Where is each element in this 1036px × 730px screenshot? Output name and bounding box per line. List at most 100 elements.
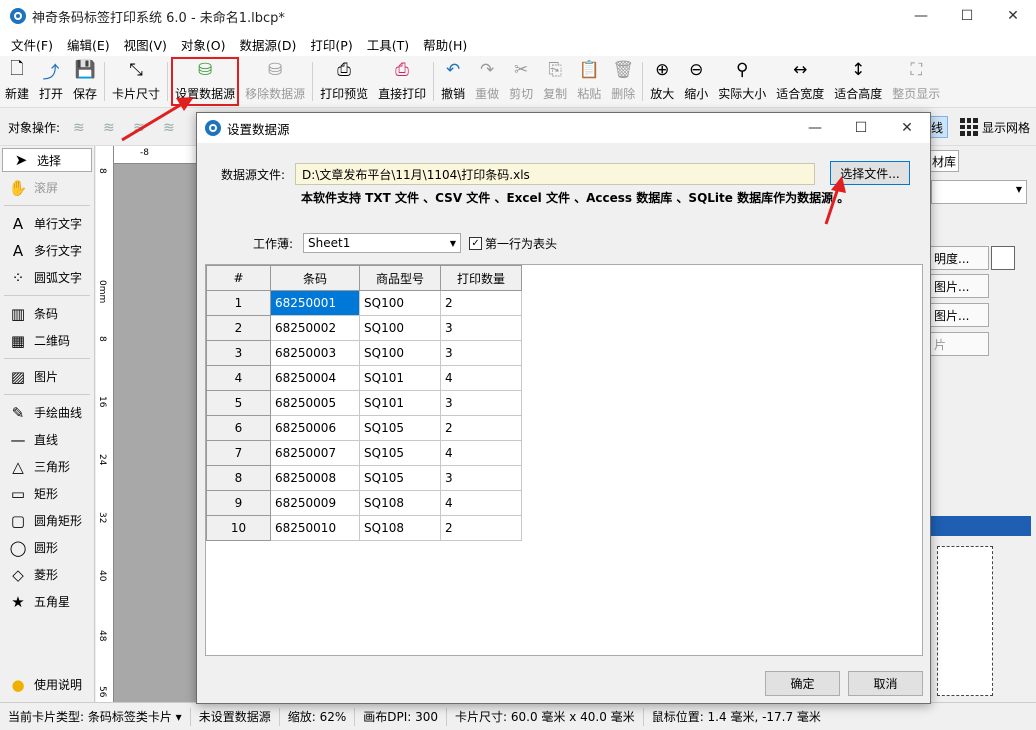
dialog-close-button[interactable]: ✕ <box>884 113 930 143</box>
table-cell[interactable]: 68250002 <box>270 315 360 341</box>
table-cell[interactable]: 2 <box>440 290 522 316</box>
table-cell[interactable]: 4 <box>440 440 522 466</box>
opacity-button[interactable]: 明度... <box>929 246 989 270</box>
table-cell[interactable]: 68250004 <box>270 365 360 391</box>
table-cell[interactable]: 2 <box>440 515 522 541</box>
table-cell[interactable]: 68250009 <box>270 490 360 516</box>
table-cell[interactable]: 68250001 <box>270 290 360 316</box>
table-cell[interactable]: SQ108 <box>359 490 441 516</box>
maximize-button[interactable]: ☐ <box>944 0 990 32</box>
table-cell[interactable]: 3 <box>440 390 522 416</box>
minimize-button[interactable]: — <box>898 0 944 32</box>
close-button[interactable]: ✕ <box>990 0 1036 32</box>
table-cell[interactable]: 68250008 <box>270 465 360 491</box>
table-row[interactable]: 8 68250008 SQ105 3 <box>206 465 522 491</box>
paste-button[interactable]: 📋 粘贴 <box>572 56 606 107</box>
menu-object[interactable]: 对象(O) <box>174 35 233 54</box>
fit-height-button[interactable]: ↕ 适合高度 <box>829 56 887 107</box>
actual-size-button[interactable]: ⚲ 实际大小 <box>713 56 771 107</box>
table-row[interactable]: 1 68250001 SQ100 2 <box>206 290 522 316</box>
table-cell[interactable]: SQ100 <box>359 315 441 341</box>
full-page-button[interactable]: ⛶ 整页显示 <box>887 56 945 107</box>
tool-line[interactable]: — 直线 <box>0 426 94 453</box>
sheet-select[interactable]: Sheet1 ▼ <box>303 233 462 253</box>
tool-pan[interactable]: ✋ 滚屏 <box>0 174 94 201</box>
table-cell[interactable]: 3 <box>440 465 522 491</box>
set-datasource-button[interactable]: ⛁ 设置数据源 <box>170 56 240 107</box>
column-header[interactable]: 商品型号 <box>359 265 441 291</box>
row-number-cell[interactable]: 2 <box>206 315 271 341</box>
menu-tools[interactable]: 工具(T) <box>360 35 416 54</box>
tool-rectangle[interactable]: ▭ 矩形 <box>0 480 94 507</box>
table-cell[interactable]: SQ105 <box>359 440 441 466</box>
menu-print[interactable]: 打印(P) <box>303 35 359 54</box>
tool-freehand[interactable]: ✎ 手绘曲线 <box>0 399 94 426</box>
table-row[interactable]: 2 68250002 SQ100 3 <box>206 315 522 341</box>
table-row[interactable]: 3 68250003 SQ100 3 <box>206 340 522 366</box>
help-button[interactable]: ● 使用说明 <box>0 671 82 698</box>
row-number-cell[interactable]: 5 <box>206 390 271 416</box>
tool-qrcode[interactable]: ▦ 二维码 <box>0 327 94 354</box>
cancel-button[interactable]: 取消 <box>848 671 923 696</box>
menu-help[interactable]: 帮助(H) <box>416 35 474 54</box>
table-cell[interactable]: SQ100 <box>359 340 441 366</box>
tool-rounded-rectangle[interactable]: ▢ 圆角矩形 <box>0 507 94 534</box>
card-size-button[interactable]: ⤡ 卡片尺寸 <box>107 56 165 107</box>
property-select[interactable]: ▼ <box>931 180 1027 204</box>
table-cell[interactable]: SQ100 <box>359 290 441 316</box>
redo-button[interactable]: ↷ 重做 <box>470 56 504 107</box>
delete-button[interactable]: 🗑 删除 <box>606 56 640 107</box>
table-cell[interactable]: 4 <box>440 365 522 391</box>
status-card-type[interactable]: 当前卡片类型: 条码标签类卡片 ▾ <box>0 707 191 726</box>
image-button-3[interactable]: 片 <box>929 332 989 356</box>
zoom-in-button[interactable]: ⊕ 放大 <box>645 56 679 107</box>
image-button-2[interactable]: 图片... <box>929 303 989 327</box>
table-cell[interactable]: 2 <box>440 415 522 441</box>
column-header[interactable]: # <box>206 265 271 291</box>
table-cell[interactable]: 3 <box>440 315 522 341</box>
row-number-cell[interactable]: 3 <box>206 340 271 366</box>
dialog-maximize-button[interactable]: ☐ <box>838 113 884 143</box>
column-header[interactable]: 打印数量 <box>440 265 522 291</box>
table-row[interactable]: 10 68250010 SQ108 2 <box>206 515 522 541</box>
direct-print-button[interactable]: ⎙ 直接打印 <box>373 56 431 107</box>
row-number-cell[interactable]: 6 <box>206 415 271 441</box>
menu-view[interactable]: 视图(V) <box>117 35 174 54</box>
row-number-cell[interactable]: 7 <box>206 440 271 466</box>
tool-triangle[interactable]: △ 三角形 <box>0 453 94 480</box>
cut-button[interactable]: ✂ 剪切 <box>504 56 538 107</box>
image-button-1[interactable]: 图片... <box>929 274 989 298</box>
layer-up-icon[interactable]: ≋ <box>73 120 93 136</box>
row-number-cell[interactable]: 10 <box>206 515 271 541</box>
menu-edit[interactable]: 编辑(E) <box>60 35 117 54</box>
tool-image[interactable]: ▨ 图片 <box>0 363 94 390</box>
row-number-cell[interactable]: 9 <box>206 490 271 516</box>
table-row[interactable]: 7 68250007 SQ105 4 <box>206 440 522 466</box>
table-cell[interactable]: 68250010 <box>270 515 360 541</box>
row-number-cell[interactable]: 8 <box>206 465 271 491</box>
fit-width-button[interactable]: ↔ 适合宽度 <box>771 56 829 107</box>
layer-down-icon[interactable]: ≋ <box>103 120 123 136</box>
tool-barcode[interactable]: ▥ 条码 <box>0 300 94 327</box>
table-row[interactable]: 4 68250004 SQ101 4 <box>206 365 522 391</box>
tool-multi-line-text[interactable]: A 多行文字 <box>0 237 94 264</box>
save-button[interactable]: 💾 保存 <box>68 56 102 107</box>
tool-circle[interactable]: ◯ 圆形 <box>0 534 94 561</box>
table-cell[interactable]: SQ108 <box>359 515 441 541</box>
undo-button[interactable]: ↶ 撤销 <box>436 56 470 107</box>
column-header[interactable]: 条码 <box>270 265 360 291</box>
table-cell[interactable]: 68250007 <box>270 440 360 466</box>
open-button[interactable]: ⤴ 打开 <box>34 56 68 107</box>
remove-datasource-button[interactable]: ⛁ 移除数据源 <box>240 56 310 107</box>
table-row[interactable]: 5 68250005 SQ101 3 <box>206 390 522 416</box>
table-row[interactable]: 6 68250006 SQ105 2 <box>206 415 522 441</box>
show-grid-button[interactable]: 显示网格 <box>959 118 1030 136</box>
tool-arc-text[interactable]: ⁘ 圆弧文字 <box>0 264 94 291</box>
tool-select[interactable]: ➤ 选择 <box>2 148 92 172</box>
layer-top-icon[interactable]: ≋ <box>133 120 153 136</box>
menu-file[interactable]: 文件(F) <box>4 35 60 54</box>
menu-datasource[interactable]: 数据源(D) <box>233 35 304 54</box>
print-preview-button[interactable]: ⎙ 打印预览 <box>315 56 373 107</box>
table-cell[interactable]: 4 <box>440 490 522 516</box>
table-cell[interactable]: 68250003 <box>270 340 360 366</box>
